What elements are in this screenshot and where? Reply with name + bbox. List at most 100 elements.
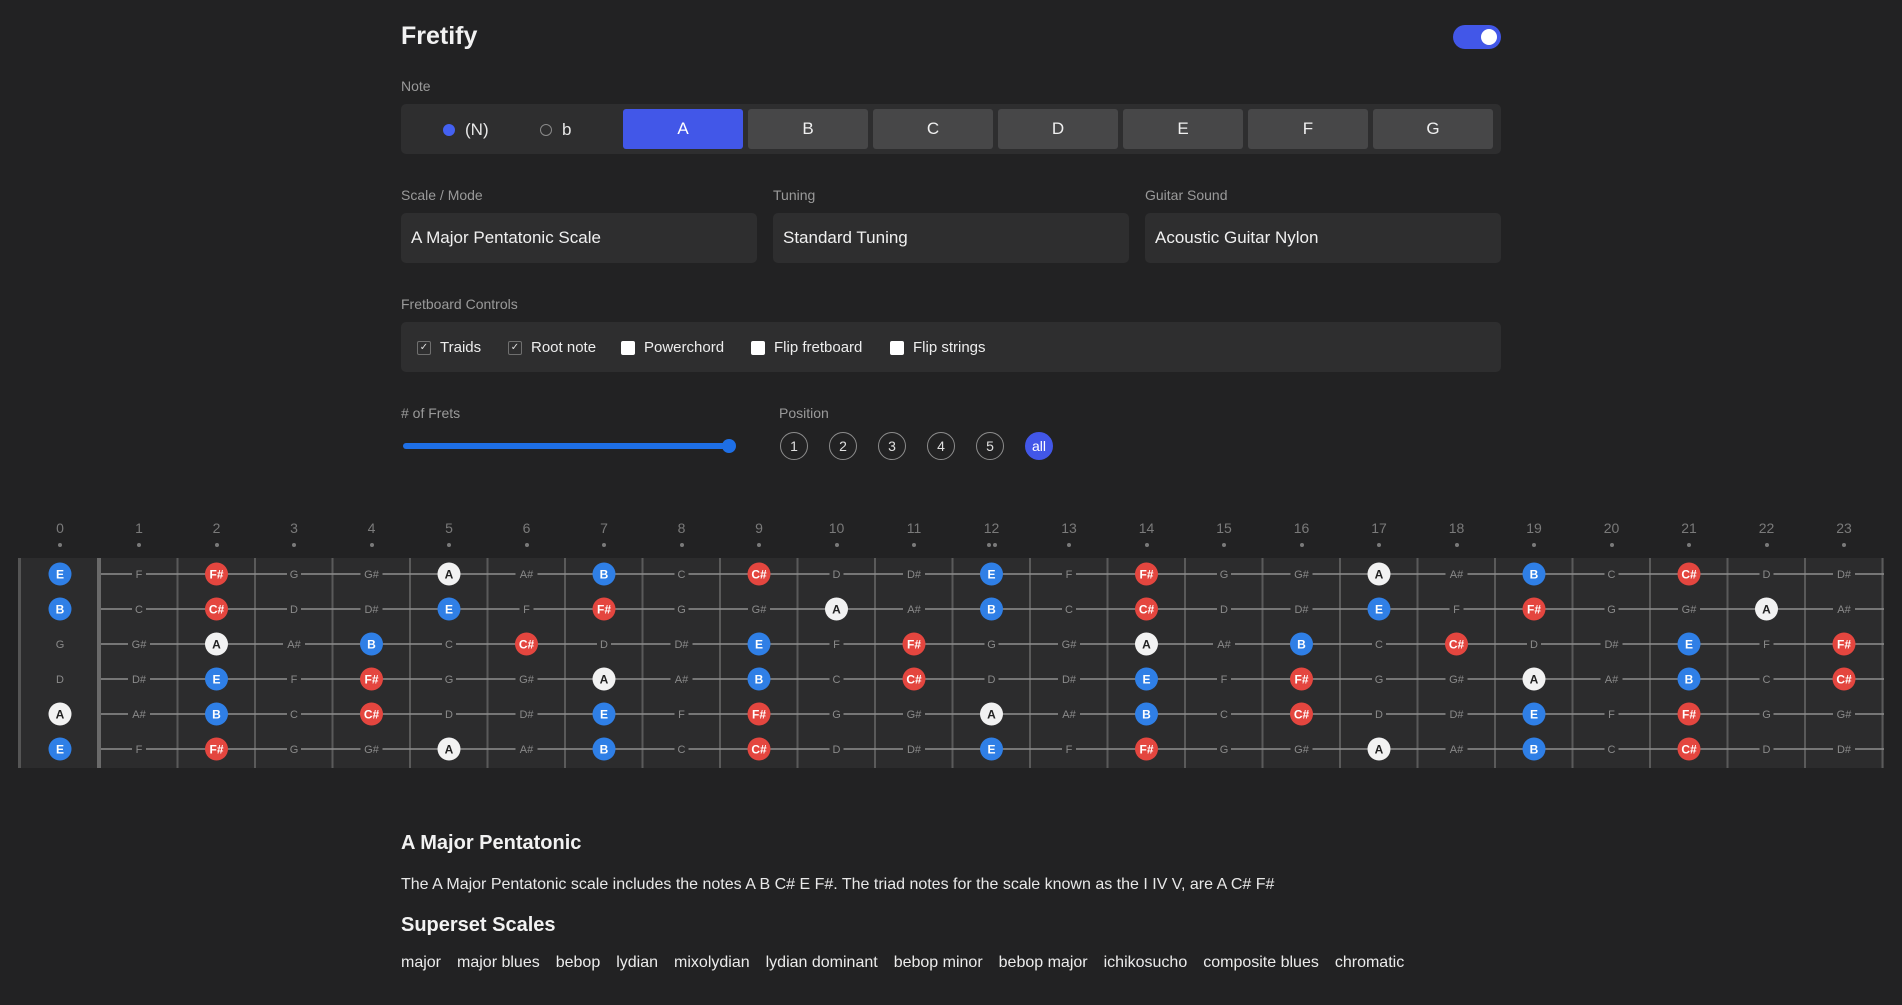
note-marker-label: C# — [906, 673, 922, 687]
fret-wire — [409, 558, 411, 768]
flat-label: b — [562, 120, 572, 139]
root-note-label: Root note — [531, 339, 597, 356]
note-label: A# — [1837, 604, 1851, 616]
note-marker-label: E — [445, 603, 453, 617]
flip-strings-checkbox[interactable]: Flip strings — [890, 339, 986, 356]
tuning-label: Tuning — [773, 187, 816, 203]
note-button-e[interactable]: E — [1123, 109, 1243, 149]
note-marker-label: A — [832, 603, 841, 617]
note-button-c[interactable]: C — [873, 109, 993, 149]
note-marker-label: E — [56, 568, 64, 582]
note-label: A# — [1217, 639, 1231, 651]
position-button-all[interactable]: all — [1025, 432, 1053, 460]
position-button-4[interactable]: 4 — [927, 432, 955, 460]
fret-wire — [1029, 558, 1031, 768]
note-label: G# — [1294, 744, 1310, 756]
note-label: F — [1453, 604, 1460, 616]
note-label: C — [135, 604, 143, 616]
position-button-3[interactable]: 3 — [878, 432, 906, 460]
note-label: C — [678, 569, 686, 581]
position-button-1[interactable]: 1 — [780, 432, 808, 460]
dark-mode-toggle[interactable] — [1453, 25, 1501, 49]
scale-select[interactable]: A Major Pentatonic Scale — [401, 213, 757, 263]
superset-scale-link[interactable]: bebop major — [999, 954, 1088, 972]
fret-number: 17 — [1371, 520, 1387, 536]
note-label: G — [677, 604, 686, 616]
position-label: Position — [779, 405, 829, 421]
flip-strings-label: Flip strings — [913, 339, 986, 356]
note-label: C — [445, 639, 453, 651]
note-marker-label: F# — [752, 708, 766, 722]
root-note-checkbox[interactable]: ✓ Root note — [508, 339, 596, 356]
note-marker-label: A — [445, 743, 454, 757]
note-label: D — [1375, 709, 1383, 721]
triads-checkbox[interactable]: ✓ Traids — [417, 339, 481, 356]
powerchord-label: Powerchord — [644, 339, 725, 356]
frets-slider[interactable] — [403, 439, 736, 453]
note-label: F — [833, 639, 840, 651]
scale-description: The A Major Pentatonic scale includes th… — [401, 876, 1275, 893]
note-marker-label: A — [56, 708, 65, 722]
fret-marker-dot — [992, 543, 997, 547]
note-button-d[interactable]: D — [998, 109, 1118, 149]
powerchord-checkbox[interactable]: Powerchord — [621, 339, 724, 356]
fret-number: 19 — [1526, 520, 1542, 536]
fret-marker-dot — [1609, 543, 1614, 547]
note-button-g[interactable]: G — [1373, 109, 1493, 149]
fret-number: 21 — [1681, 520, 1697, 536]
tuning-select[interactable]: Standard Tuning — [773, 213, 1129, 263]
note-marker-label: E — [1375, 603, 1383, 617]
superset-scale-link[interactable]: bebop — [556, 954, 601, 972]
fret-numbers: 0 1 2 3 4 5 6 7 8 9 10 11 12 13 14 15 16 17 18 19 20 21 22 23 — [0, 520, 1902, 550]
position-button-5[interactable]: 5 — [976, 432, 1004, 460]
note-label: D — [1763, 744, 1771, 756]
note-label: G# — [1294, 569, 1310, 581]
superset-scale-link[interactable]: major — [401, 954, 441, 972]
natural-radio[interactable]: (N) — [443, 120, 489, 140]
superset-scale-link[interactable]: composite blues — [1203, 954, 1319, 972]
note-marker-label: F# — [1837, 638, 1851, 652]
radio-selected-icon — [443, 124, 455, 136]
note-button-b[interactable]: B — [748, 109, 868, 149]
note-button-f[interactable]: F — [1248, 109, 1368, 149]
toggle-knob — [1481, 29, 1497, 45]
note-marker-label: C# — [751, 743, 767, 757]
note-label: G — [1762, 709, 1771, 721]
sound-select[interactable]: Acoustic Guitar Nylon — [1145, 213, 1501, 263]
note-marker-label: F# — [597, 603, 611, 617]
note-marker-label: A — [1530, 673, 1539, 687]
note-label: G — [290, 744, 299, 756]
fret-marker-dot — [602, 543, 606, 547]
slider-thumb[interactable] — [722, 439, 736, 453]
note-label: A# — [520, 744, 534, 756]
superset-scale-link[interactable]: major blues — [457, 954, 540, 972]
note-marker-label: A — [600, 673, 609, 687]
note-label: C — [833, 674, 841, 686]
note-label: G — [1220, 744, 1229, 756]
superset-scale-link[interactable]: ichikosucho — [1104, 954, 1188, 972]
superset-scale-link[interactable]: lydian — [616, 954, 658, 972]
note-label: D# — [907, 569, 922, 581]
note-marker-label: F# — [1294, 673, 1308, 687]
note-marker-label: B — [1685, 673, 1694, 687]
note-label: D# — [519, 709, 534, 721]
superset-scale-link[interactable]: bebop minor — [894, 954, 983, 972]
superset-scale-link[interactable]: lydian dominant — [766, 954, 878, 972]
fret-marker-dot — [1532, 543, 1536, 547]
note-label: D — [56, 674, 64, 686]
superset-scale-link[interactable]: chromatic — [1335, 954, 1404, 972]
note-label: D — [290, 604, 298, 616]
superset-scale-link[interactable]: mixolydian — [674, 954, 750, 972]
note-label: G — [445, 674, 454, 686]
note-marker-label: B — [1530, 568, 1539, 582]
note-marker-label: C# — [1294, 708, 1310, 722]
flat-radio[interactable]: b — [540, 120, 571, 140]
note-button-a[interactable]: A — [623, 109, 743, 149]
note-label: F — [1221, 674, 1228, 686]
position-button-2[interactable]: 2 — [829, 432, 857, 460]
flip-fretboard-checkbox[interactable]: Flip fretboard — [751, 339, 862, 356]
note-label: A# — [287, 639, 301, 651]
note-label: A# — [1450, 744, 1464, 756]
fret-number: 14 — [1138, 520, 1155, 536]
note-marker-label: F# — [209, 743, 223, 757]
